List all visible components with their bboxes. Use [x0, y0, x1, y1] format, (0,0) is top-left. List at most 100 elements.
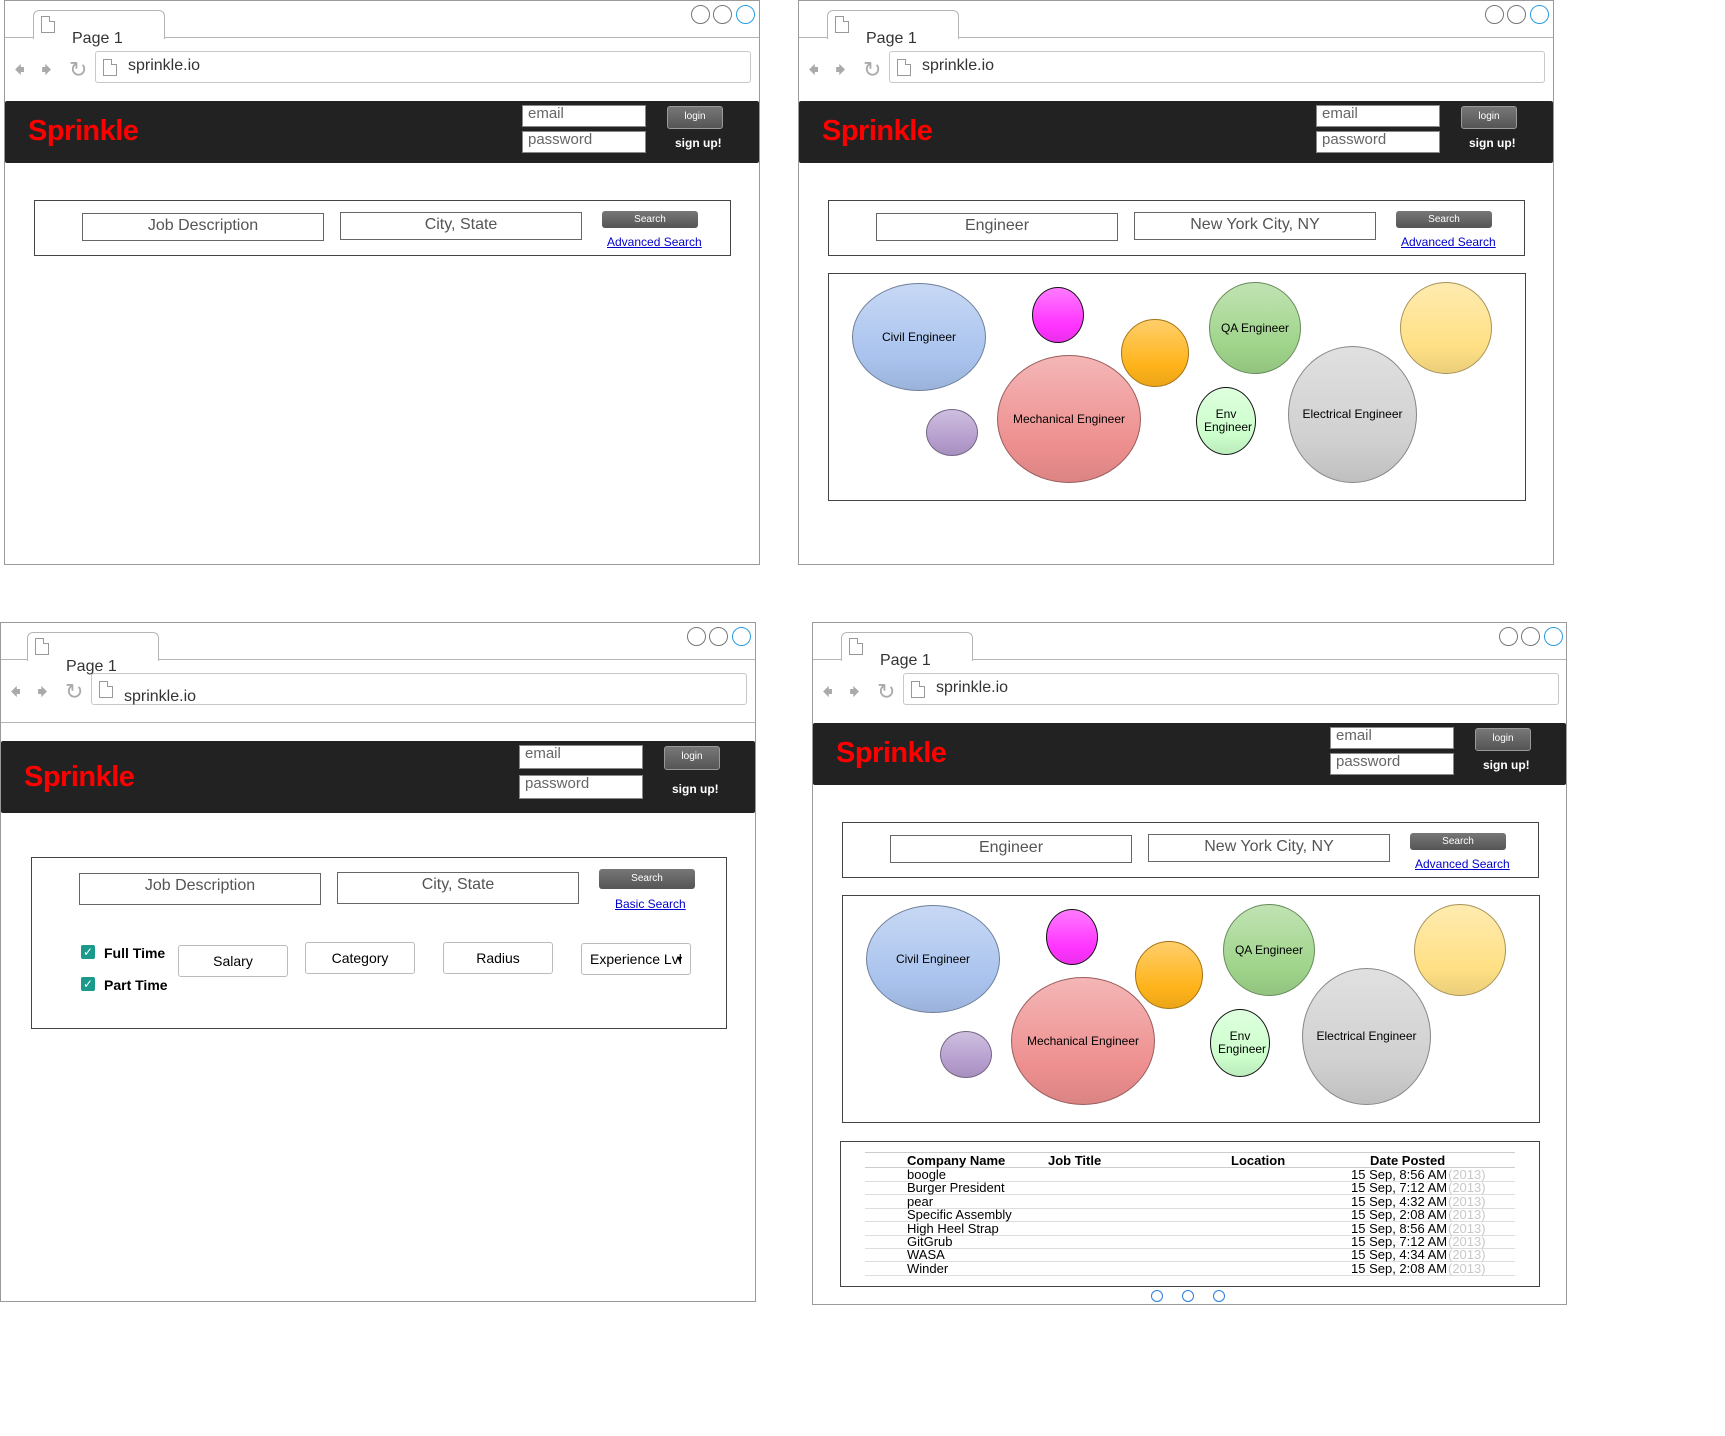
bubble-qa-engineer[interactable]: QA Engineer [1223, 904, 1315, 996]
browser-tab[interactable]: Page 1 [841, 632, 973, 669]
signup-link[interactable]: sign up! [1483, 758, 1530, 772]
advanced-search-link[interactable]: Advanced Search [607, 235, 702, 249]
forward-arrow-icon[interactable]: 🠺 [835, 59, 846, 81]
address-bar[interactable]: sprinkle.io [903, 673, 1559, 705]
bubble-purple[interactable] [926, 409, 978, 456]
bubble-orange[interactable] [1135, 941, 1203, 1009]
sprinkle-logo[interactable]: Sprinkle [836, 737, 947, 770]
bubble-magenta[interactable] [1032, 287, 1084, 343]
column-header-date-posted[interactable]: Date Posted [1370, 1153, 1445, 1168]
search-button[interactable]: Search [1410, 833, 1506, 850]
bubble-civil-engineer[interactable]: Civil Engineer [852, 283, 986, 391]
address-bar[interactable]: sprinkle.io [91, 673, 747, 705]
close-button[interactable] [736, 5, 755, 24]
salary-filter[interactable]: Salary [178, 945, 288, 977]
maximize-button[interactable] [713, 5, 732, 24]
table-row[interactable]: Winder 15 Sep, 2:08 AM (2013) [865, 1262, 1515, 1276]
search-button[interactable]: Search [599, 869, 695, 889]
bubble-mechanical-engineer[interactable]: Mechanical Engineer [997, 355, 1141, 483]
minimize-button[interactable] [1499, 627, 1518, 646]
job-description-input[interactable]: Engineer [876, 213, 1118, 241]
part-time-checkbox[interactable]: ✓ [81, 977, 95, 991]
bubble-orange[interactable] [1121, 319, 1189, 387]
radius-filter[interactable]: Radius [443, 942, 553, 974]
bubble-civil-engineer[interactable]: Civil Engineer [866, 905, 1000, 1013]
password-input[interactable]: password [522, 131, 646, 153]
bubble-purple[interactable] [940, 1031, 992, 1078]
column-header-job-title[interactable]: Job Title [1048, 1153, 1101, 1168]
login-button[interactable]: login [667, 106, 723, 129]
forward-arrow-icon[interactable]: 🠺 [849, 681, 860, 703]
email-input[interactable]: email [519, 745, 643, 769]
minimize-button[interactable] [687, 627, 706, 646]
bubble-electrical-engineer[interactable]: Electrical Engineer [1288, 346, 1417, 483]
basic-search-link[interactable]: Basic Search [615, 897, 686, 911]
maximize-button[interactable] [1521, 627, 1540, 646]
bubble-yellow[interactable] [1414, 904, 1506, 996]
signup-link[interactable]: sign up! [672, 782, 719, 796]
address-bar[interactable]: sprinkle.io [889, 51, 1545, 83]
close-button[interactable] [1544, 627, 1563, 646]
column-header-location[interactable]: Location [1231, 1153, 1285, 1168]
close-button[interactable] [1530, 5, 1549, 24]
category-filter[interactable]: Category [305, 942, 415, 974]
search-button[interactable]: Search [602, 211, 698, 228]
browser-tab[interactable]: Page 1 [827, 10, 959, 47]
email-input[interactable]: email [522, 105, 646, 127]
bubble-electrical-engineer[interactable]: Electrical Engineer [1302, 968, 1431, 1105]
pager-dot-3[interactable] [1213, 1290, 1225, 1302]
close-button[interactable] [732, 627, 751, 646]
job-description-input[interactable]: Engineer [890, 835, 1132, 863]
browser-tab[interactable]: Page 1 [27, 632, 159, 675]
pager-dot-1[interactable] [1151, 1290, 1163, 1302]
location-input[interactable]: City, State [337, 872, 579, 904]
login-button[interactable]: login [664, 746, 720, 770]
sprinkle-logo[interactable]: Sprinkle [24, 761, 135, 794]
pager-dot-2[interactable] [1182, 1290, 1194, 1302]
reload-icon[interactable]: ↻ [863, 59, 881, 81]
search-button[interactable]: Search [1396, 211, 1492, 228]
sprinkle-logo[interactable]: Sprinkle [822, 115, 933, 148]
advanced-search-link[interactable]: Advanced Search [1415, 857, 1510, 871]
full-time-checkbox[interactable]: ✓ [81, 945, 95, 959]
back-arrow-icon[interactable]: 🠸 [808, 59, 819, 81]
job-description-input[interactable]: Job Description [79, 873, 321, 905]
signup-link[interactable]: sign up! [675, 136, 722, 150]
browser-tab[interactable]: Page 1 [33, 10, 165, 47]
bubble-env-engineer[interactable]: Env Engineer [1210, 1009, 1270, 1077]
signup-link[interactable]: sign up! [1469, 136, 1516, 150]
location-input[interactable]: City, State [340, 212, 582, 240]
minimize-button[interactable] [691, 5, 710, 24]
experience-level-dropdown[interactable]: Experience Lvl ▼ [581, 943, 691, 975]
minimize-button[interactable] [1485, 5, 1504, 24]
bubble-magenta[interactable] [1046, 909, 1098, 965]
login-button[interactable]: login [1475, 728, 1531, 751]
password-input[interactable]: password [1316, 131, 1440, 153]
advanced-search-link[interactable]: Advanced Search [1401, 235, 1496, 249]
forward-arrow-icon[interactable]: 🠺 [41, 59, 52, 81]
bubble-env-engineer[interactable]: Env Engineer [1196, 387, 1256, 455]
address-bar[interactable]: sprinkle.io [95, 51, 751, 83]
password-input[interactable]: password [519, 775, 643, 799]
email-input[interactable]: email [1316, 105, 1440, 127]
maximize-button[interactable] [1507, 5, 1526, 24]
maximize-button[interactable] [709, 627, 728, 646]
bubble-yellow[interactable] [1400, 282, 1492, 374]
back-arrow-icon[interactable]: 🠸 [10, 681, 21, 703]
reload-icon[interactable]: ↻ [69, 59, 87, 81]
column-header-company[interactable]: Company Name [907, 1153, 1005, 1168]
reload-icon[interactable]: ↻ [877, 681, 895, 703]
reload-icon[interactable]: ↻ [65, 681, 83, 703]
location-input[interactable]: New York City, NY [1148, 834, 1390, 862]
email-input[interactable]: email [1330, 727, 1454, 749]
bubble-qa-engineer[interactable]: QA Engineer [1209, 282, 1301, 374]
job-description-input[interactable]: Job Description [82, 213, 324, 241]
back-arrow-icon[interactable]: 🠸 [14, 59, 25, 81]
password-input[interactable]: password [1330, 753, 1454, 775]
location-input[interactable]: New York City, NY [1134, 212, 1376, 240]
sprinkle-logo[interactable]: Sprinkle [28, 115, 139, 148]
forward-arrow-icon[interactable]: 🠺 [37, 681, 48, 703]
bubble-mechanical-engineer[interactable]: Mechanical Engineer [1011, 977, 1155, 1105]
back-arrow-icon[interactable]: 🠸 [822, 681, 833, 703]
login-button[interactable]: login [1461, 106, 1517, 129]
